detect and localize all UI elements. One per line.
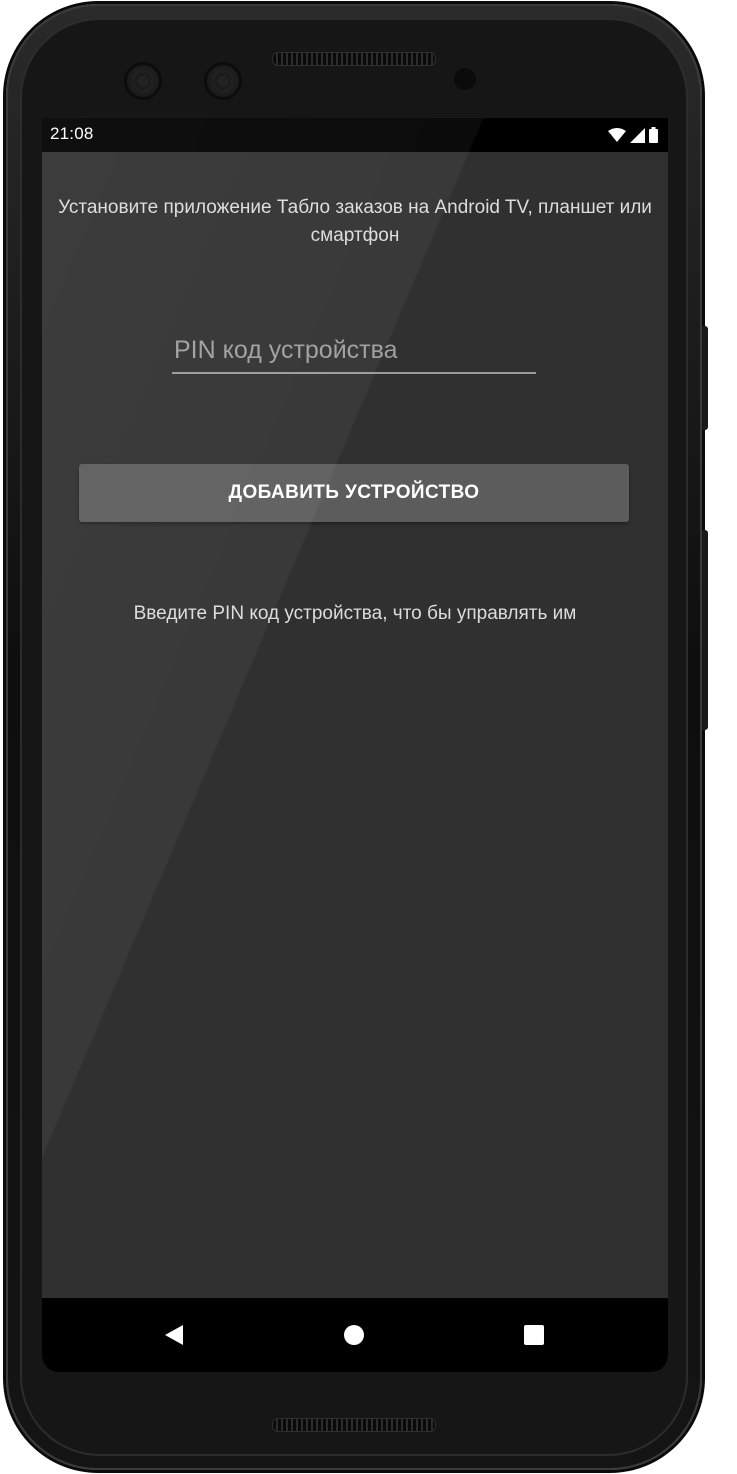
front-camera-icon [124,62,162,100]
earpiece-speaker [272,52,436,66]
status-time: 21:08 [50,124,94,143]
app-screen: 21:08 Установите приложение Табло заказо… [42,118,668,1372]
status-bar: 21:08 [42,118,668,152]
navigation-bar [42,1298,668,1372]
signal-icon [630,127,645,143]
recents-icon[interactable] [514,1315,554,1355]
power-button [702,530,708,730]
wifi-icon [608,128,626,142]
battery-icon [649,127,658,143]
volume-button [702,326,708,430]
back-icon[interactable] [154,1315,194,1355]
status-icons [608,125,658,145]
home-icon[interactable] [334,1315,374,1355]
bottom-speaker [272,1418,436,1432]
proximity-sensor [454,68,476,90]
install-instruction-text: Установите приложение Табло заказов на A… [58,197,652,246]
pin-code-input[interactable] [172,330,536,374]
add-device-button[interactable]: ДОБАВИТЬ УСТРОЙСТВО [79,464,629,522]
front-camera-icon [204,62,242,100]
pin-hint-text: Введите PIN код устройства, что бы управ… [133,603,577,624]
